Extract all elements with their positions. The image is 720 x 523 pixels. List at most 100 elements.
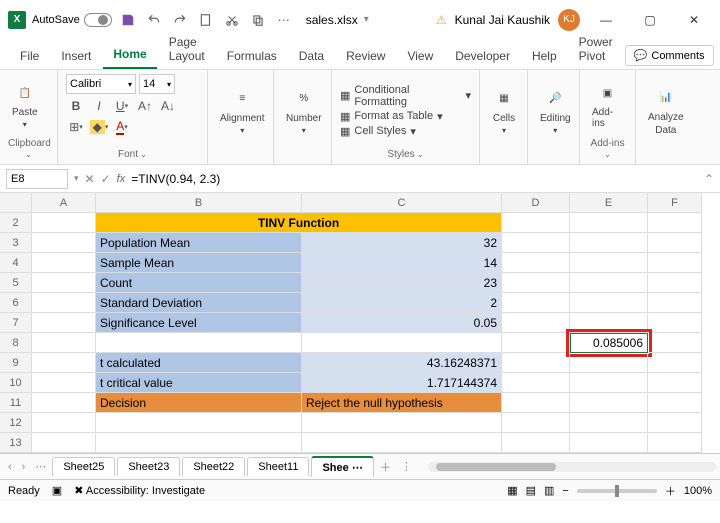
row-header[interactable]: 5 [0, 273, 32, 293]
cell[interactable]: t calculated [96, 353, 302, 373]
row-header[interactable]: 4 [0, 253, 32, 273]
warning-icon[interactable]: ⚠ [436, 13, 447, 27]
new-sheet-button[interactable]: ＋ [376, 459, 395, 475]
cell-title[interactable]: TINV Function [96, 213, 502, 233]
cell[interactable] [648, 433, 702, 453]
tab-file[interactable]: File [10, 43, 49, 69]
cells-button[interactable]: ▦Cells▾ [488, 85, 520, 137]
cell[interactable] [32, 253, 96, 273]
underline-button[interactable]: U▾ [112, 97, 132, 115]
italic-button[interactable]: I [89, 97, 109, 115]
cell[interactable] [648, 373, 702, 393]
cell[interactable] [570, 313, 648, 333]
row-header[interactable]: 6 [0, 293, 32, 313]
number-button[interactable]: %Number▾ [282, 85, 326, 137]
cell[interactable] [502, 293, 570, 313]
col-header-e[interactable]: E [570, 193, 648, 213]
zoom-level[interactable]: 100% [684, 485, 712, 497]
sheet-nav-prev-icon[interactable]: ‹ [4, 461, 16, 473]
horizontal-scrollbar[interactable] [428, 462, 716, 472]
save-icon[interactable] [118, 10, 138, 30]
cell[interactable] [570, 233, 648, 253]
tab-power-pivot[interactable]: Power Pivot [569, 29, 623, 69]
row-header[interactable]: 9 [0, 353, 32, 373]
accessibility-status[interactable]: ✖ Accessibility: Investigate [74, 484, 205, 497]
cell[interactable] [648, 413, 702, 433]
tab-developer[interactable]: Developer [445, 43, 520, 69]
row-header[interactable]: 12 [0, 413, 32, 433]
comments-button[interactable]: 💬 Comments [625, 45, 714, 66]
cell[interactable] [96, 413, 302, 433]
tab-formulas[interactable]: Formulas [217, 43, 287, 69]
borders-button[interactable]: ⊞▾ [66, 118, 86, 136]
editing-button[interactable]: 🔎Editing▾ [536, 85, 575, 137]
row-header[interactable]: 3 [0, 233, 32, 253]
cell[interactable] [570, 373, 648, 393]
tab-home[interactable]: Home [103, 41, 156, 69]
cell[interactable] [32, 373, 96, 393]
analyze-data-button[interactable]: 📊AnalyzeData [644, 84, 688, 138]
sheet-tab[interactable]: Sheet23 [117, 457, 180, 476]
cell[interactable] [32, 433, 96, 453]
cell[interactable] [648, 233, 702, 253]
cell[interactable] [648, 253, 702, 273]
zoom-slider-thumb[interactable] [615, 485, 619, 497]
col-header-f[interactable]: F [648, 193, 702, 213]
cell[interactable] [648, 313, 702, 333]
redo-icon[interactable] [170, 10, 190, 30]
cell[interactable] [648, 213, 702, 233]
cell[interactable] [32, 313, 96, 333]
dropdown-icon[interactable]: ▾ [364, 14, 369, 25]
view-page-layout-icon[interactable]: ▤ [526, 484, 536, 497]
cell[interactable] [502, 213, 570, 233]
cell[interactable] [648, 293, 702, 313]
cell[interactable] [502, 233, 570, 253]
cell-selected[interactable]: 0.085006 [570, 333, 648, 353]
cell[interactable] [570, 353, 648, 373]
cell[interactable]: 0.05 [302, 313, 502, 333]
cell[interactable] [502, 273, 570, 293]
cell[interactable] [32, 393, 96, 413]
cell[interactable] [648, 353, 702, 373]
formula-input[interactable] [131, 169, 698, 189]
sheet-nav-more-icon[interactable]: ⋯ [31, 460, 50, 473]
tab-data[interactable]: Data [289, 43, 334, 69]
decrease-font-button[interactable]: A↓ [158, 97, 178, 115]
cell[interactable] [570, 293, 648, 313]
font-color-button[interactable]: A▾ [112, 118, 132, 136]
cell[interactable] [570, 413, 648, 433]
toggle-off-icon[interactable] [84, 13, 112, 27]
cell[interactable] [502, 253, 570, 273]
view-page-break-icon[interactable]: ▥ [544, 484, 554, 497]
fx-icon[interactable]: fx [117, 173, 126, 185]
copy-icon[interactable] [248, 10, 268, 30]
more-commands-icon[interactable]: ⋯ [274, 10, 294, 30]
col-header-b[interactable]: B [96, 193, 302, 213]
tab-help[interactable]: Help [522, 43, 567, 69]
cell[interactable] [502, 433, 570, 453]
cell[interactable] [32, 293, 96, 313]
fill-color-button[interactable]: ◆▾ [89, 118, 109, 136]
tab-view[interactable]: View [397, 43, 443, 69]
row-header[interactable]: 13 [0, 433, 32, 453]
cell[interactable] [648, 333, 702, 353]
col-header-d[interactable]: D [502, 193, 570, 213]
cell[interactable]: 23 [302, 273, 502, 293]
maximize-button[interactable]: ▢ [632, 6, 668, 34]
sheet-tab[interactable]: Sheet22 [182, 457, 245, 476]
alignment-button[interactable]: ≡Alignment▾ [216, 85, 268, 137]
row-header[interactable]: 11 [0, 393, 32, 413]
addins-button[interactable]: ▣Add-ins [588, 79, 627, 131]
cell[interactable] [96, 333, 302, 353]
cell[interactable] [570, 273, 648, 293]
cell[interactable] [502, 313, 570, 333]
macro-record-icon[interactable]: ▣ [52, 484, 62, 497]
group-clipboard[interactable]: Clipboard [8, 136, 49, 160]
cell[interactable] [570, 213, 648, 233]
cell[interactable]: Standard Deviation [96, 293, 302, 313]
cell[interactable] [96, 433, 302, 453]
cell[interactable]: Sample Mean [96, 253, 302, 273]
cell[interactable] [502, 333, 570, 353]
cell[interactable]: Reject the null hypothesis [302, 393, 502, 413]
cell[interactable]: Count [96, 273, 302, 293]
